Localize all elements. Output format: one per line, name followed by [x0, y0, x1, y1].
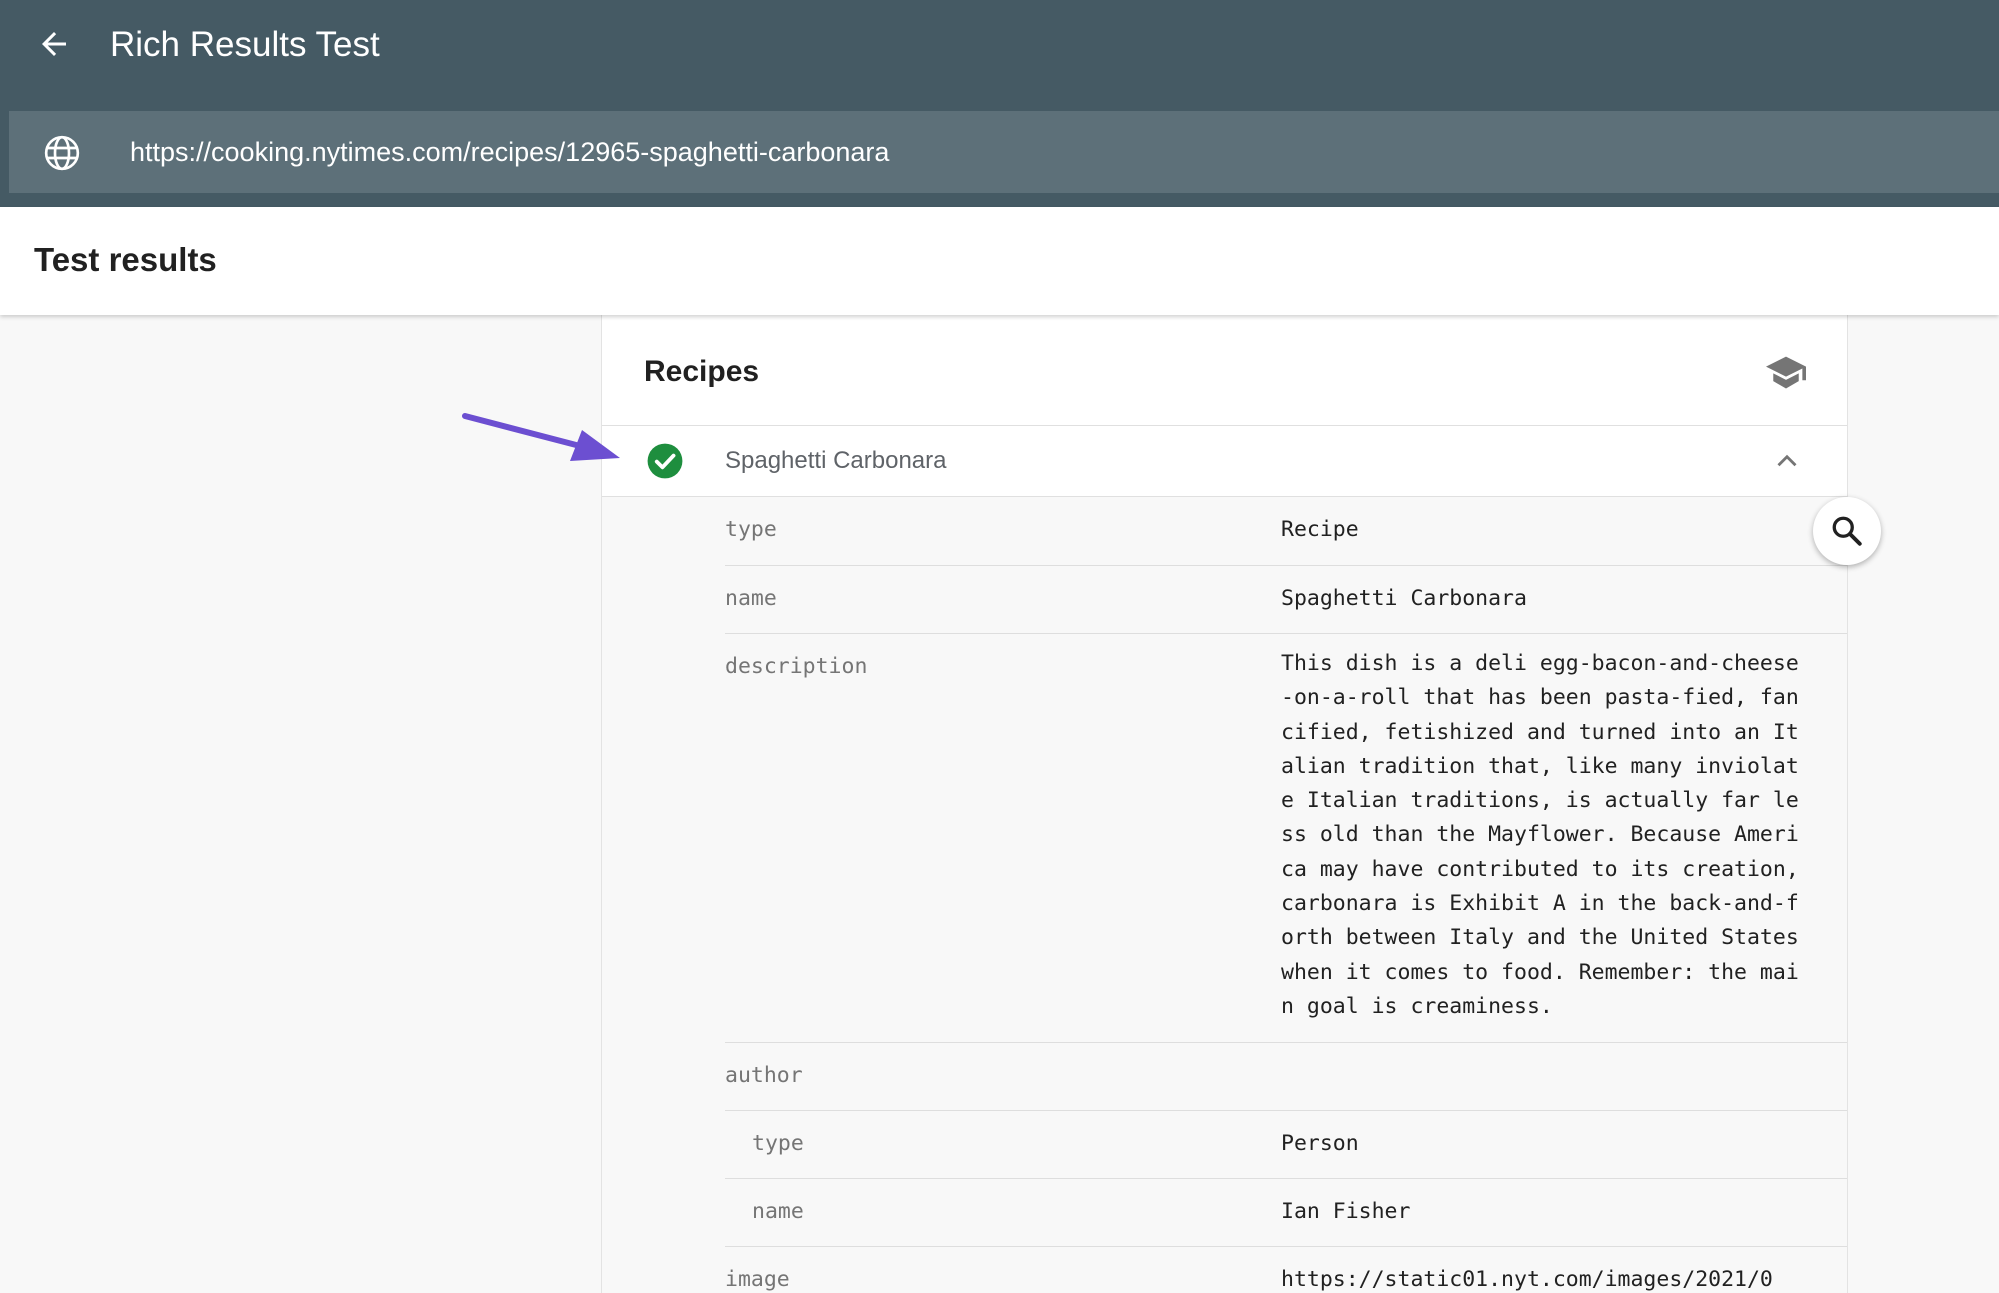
recipe-item-name: Spaghetti Carbonara: [725, 447, 947, 474]
property-row-image: image https://static01.nyt.com/images/20…: [725, 1247, 1847, 1293]
app-title: Rich Results Test: [110, 25, 380, 64]
recipes-card: Recipes Spaghetti Carbonara type Recipe: [601, 315, 1848, 1293]
property-value: Ian Fisher: [1281, 1199, 1411, 1224]
url-bar[interactable]: [9, 111, 1999, 193]
property-row-author-type: type Person: [725, 1111, 1847, 1179]
search-button[interactable]: [1813, 497, 1881, 565]
back-button[interactable]: [30, 20, 78, 68]
pointer-arrow-icon: [462, 413, 620, 461]
property-value: https://static01.nyt.com/images/2021/0: [1281, 1267, 1773, 1292]
property-key: name: [725, 586, 777, 611]
property-key: author: [725, 1063, 803, 1088]
arrow-back-icon: [42, 32, 66, 56]
top-bar: Rich Results Test: [0, 0, 1999, 207]
results-title: Test results: [34, 241, 217, 278]
property-row-name: name Spaghetti Carbonara: [725, 566, 1847, 634]
property-value: Person: [1281, 1131, 1359, 1156]
property-value: Recipe: [1281, 517, 1359, 542]
school-icon[interactable]: [1764, 353, 1808, 393]
globe-button: [39, 130, 85, 176]
property-row-description: description This dish is a deli egg-baco…: [725, 634, 1847, 1043]
check-circle-icon: [647, 443, 683, 479]
property-value: Spaghetti Carbonara: [1281, 586, 1527, 611]
results-header: Test results: [0, 207, 1999, 315]
property-key: type: [725, 517, 777, 542]
property-row-author: author: [725, 1043, 1847, 1111]
property-key: image: [725, 1267, 790, 1292]
property-key: type: [752, 1131, 804, 1156]
globe-icon: [44, 135, 80, 171]
properties-list: type Recipe name Spaghetti Carbonara des…: [602, 497, 1847, 1293]
card-title: Recipes: [644, 355, 760, 388]
app-root: Rich Results Test Test results Recipes: [0, 0, 1999, 1293]
url-input[interactable]: [130, 129, 1730, 175]
property-key: description: [725, 654, 868, 679]
property-row-author-name: name Ian Fisher: [725, 1179, 1847, 1247]
property-row-type: type Recipe: [725, 497, 1847, 566]
search-icon: [1832, 516, 1862, 546]
card-header: Recipes: [602, 315, 1847, 426]
property-key: name: [752, 1199, 804, 1224]
property-value: This dish is a deli egg-bacon-and-cheese…: [1281, 651, 1799, 1019]
recipe-item-row[interactable]: Spaghetti Carbonara: [602, 426, 1847, 497]
chevron-up-icon[interactable]: [1770, 444, 1804, 478]
